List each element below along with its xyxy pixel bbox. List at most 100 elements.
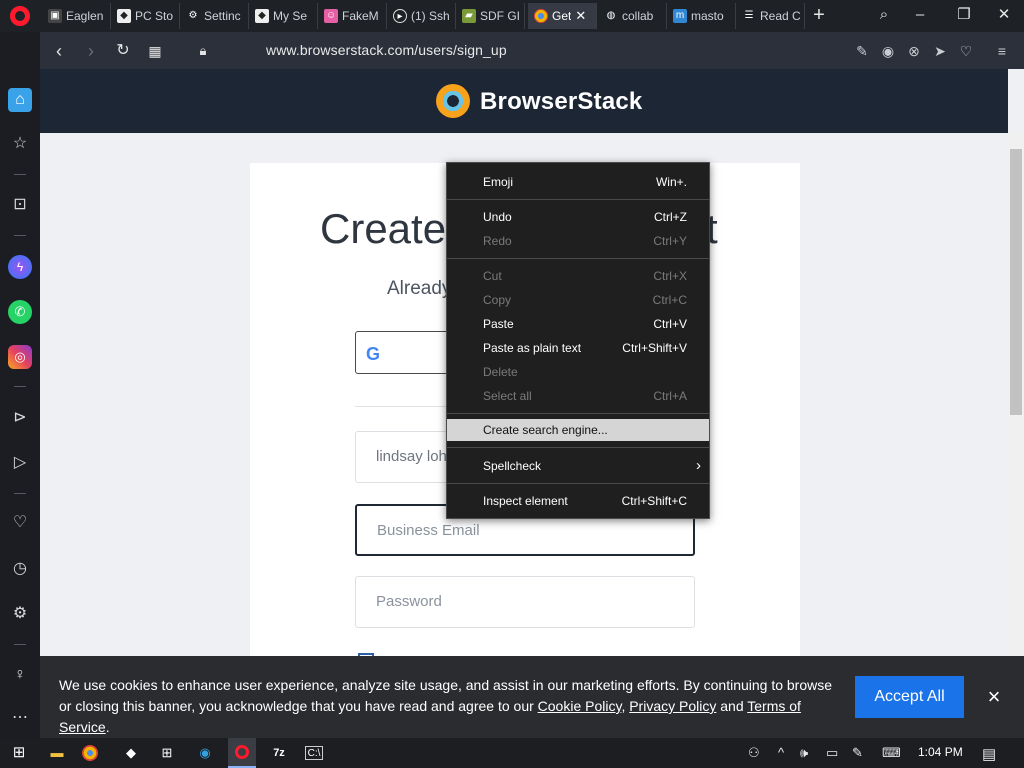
heart-icon[interactable]: ♡: [8, 511, 32, 535]
page-title: Create: [320, 205, 447, 252]
cookie-banner: We use cookies to enhance user experienc…: [40, 656, 1024, 738]
menu-item-paste-plain[interactable]: Paste as plain text Ctrl+Shift+V: [447, 336, 709, 360]
roblox-icon[interactable]: ◆: [120, 743, 142, 763]
volume-icon[interactable]: 🕪︎: [800, 745, 808, 761]
messenger-icon[interactable]: ϟ: [8, 255, 32, 279]
site-header: BrowserStack: [40, 69, 1008, 133]
search-tabs-icon[interactable]: ⌕: [870, 4, 898, 26]
context-menu: Emoji Win+. Undo Ctrl+Z Redo Ctrl+Y Cut Ctrl…: [446, 162, 710, 519]
whatsapp-icon[interactable]: ✆: [8, 300, 32, 324]
tab[interactable]: ▸ (1) Ssh: [387, 3, 456, 29]
roblox-icon: ◆: [117, 9, 131, 23]
bag-icon[interactable]: ⊡: [8, 193, 32, 217]
reload-icon[interactable]: ↻: [112, 40, 134, 62]
image-icon: ▣: [48, 9, 62, 23]
instagram-icon[interactable]: ◎: [8, 345, 32, 369]
cookie-policy-link[interactable]: Cookie Policy: [538, 698, 622, 714]
tab[interactable]: m masto: [667, 3, 736, 29]
menu-item-copy[interactable]: Copy Ctrl+C: [447, 288, 709, 312]
menu-item-spellcheck[interactable]: Spellcheck ›: [447, 454, 709, 478]
tab-bar: ▣ Eaglen ◆ PC Sto ⚙ Settinc ◆ My Se ☺ FakeM ▸…: [0, 0, 1024, 32]
menu-item-inspect[interactable]: Inspect element Ctrl+Shift+C: [447, 489, 709, 513]
tab[interactable]: ▰ SDF GI: [456, 3, 525, 29]
send-icon[interactable]: ▷: [8, 451, 32, 475]
opera-menu-icon[interactable]: [10, 6, 30, 26]
taskbar: ⊞ ▬ ◆ ⊞ ◉ 7z C:\ ⚇ ^ 🕪︎ ▭ ✎ ⌨ 1:04 PM ▤: [0, 738, 1024, 768]
new-tab-button[interactable]: +: [808, 4, 830, 26]
menu-item-emoji[interactable]: Emoji Win+.: [447, 170, 709, 194]
close-tab-icon[interactable]: ✕: [575, 8, 586, 24]
menu-item-delete[interactable]: Delete: [447, 360, 709, 384]
file-explorer-icon[interactable]: ▬: [46, 743, 68, 763]
restore-icon[interactable]: ❐: [950, 4, 978, 26]
menu-item-undo[interactable]: Undo Ctrl+Z: [447, 205, 709, 229]
speed-dial-icon[interactable]: ▦: [144, 40, 166, 62]
face-icon: ☺: [324, 9, 338, 23]
cmd-icon[interactable]: C:\: [305, 746, 323, 760]
people-icon[interactable]: ⚇: [748, 745, 760, 761]
opera-taskbar-button[interactable]: [228, 738, 256, 768]
browserstack-logo-icon[interactable]: [436, 84, 470, 118]
tab[interactable]: ◆ My Se: [249, 3, 318, 29]
settings-icon[interactable]: ⚙: [8, 602, 32, 626]
keyboard-icon[interactable]: ⌨: [882, 745, 901, 761]
globe-icon: ◍: [606, 10, 616, 21]
store-icon[interactable]: ⊞: [156, 743, 178, 763]
reader-icon: ☰: [744, 10, 754, 21]
home-icon[interactable]: ⌂: [8, 88, 32, 112]
chevron-up-icon[interactable]: ^: [778, 745, 784, 760]
menu-item-create-search-engine[interactable]: Create search engine...: [447, 419, 709, 441]
minimize-icon[interactable]: –: [906, 4, 934, 26]
chrome-icon[interactable]: [82, 745, 98, 761]
menu-separator: [447, 258, 709, 259]
edge-icon[interactable]: ◉: [194, 743, 216, 763]
sidebar: ⌂ ☆ ⊡ ϟ ✆ ◎ ⊳ ▷ ♡ ◷ ⚙ ♀ ⋯: [0, 32, 40, 738]
password-field[interactable]: Password: [355, 576, 695, 628]
brand-name[interactable]: BrowserStack: [480, 88, 642, 116]
clock[interactable]: 1:04 PM: [918, 745, 963, 759]
lightbulb-icon[interactable]: ♀: [8, 663, 32, 687]
pen-icon[interactable]: ✎: [852, 745, 863, 761]
tab[interactable]: ◍ collab: [598, 3, 667, 29]
camera-icon[interactable]: ◉: [878, 41, 898, 61]
windows-start-icon[interactable]: ⊞: [8, 743, 30, 763]
7zip-icon[interactable]: 7z: [268, 743, 290, 763]
menu-item-redo[interactable]: Redo Ctrl+Y: [447, 229, 709, 253]
easy-setup-icon[interactable]: ≡: [992, 41, 1012, 61]
sidebar-divider: [14, 174, 26, 175]
history-icon[interactable]: ◷: [8, 557, 32, 581]
privacy-policy-link[interactable]: Privacy Policy: [629, 698, 716, 714]
tab[interactable]: ☺ FakeM: [318, 3, 387, 29]
star-icon[interactable]: ☆: [8, 132, 32, 156]
menu-item-cut[interactable]: Cut Ctrl+X: [447, 264, 709, 288]
close-window-icon[interactable]: ✕: [990, 4, 1018, 26]
chrome-icon: [534, 9, 548, 23]
sidebar-divider: [14, 235, 26, 236]
edit-icon[interactable]: ✎: [852, 41, 872, 61]
menu-separator: [447, 199, 709, 200]
tab[interactable]: ☰ Read C: [736, 3, 805, 29]
network-icon[interactable]: ▭: [826, 745, 838, 761]
sidebar-divider: [14, 493, 26, 494]
scrollbar-thumb[interactable]: [1010, 149, 1022, 415]
tab-active[interactable]: Get ✕: [528, 3, 597, 29]
notifications-icon[interactable]: ▤: [982, 745, 996, 763]
forward-icon[interactable]: ›: [80, 40, 102, 62]
heart-icon[interactable]: ♡: [956, 41, 976, 61]
accept-all-button[interactable]: Accept All: [855, 676, 964, 718]
tab[interactable]: ⚙ Settinc: [180, 3, 249, 29]
back-icon[interactable]: ‹: [48, 40, 70, 62]
player-icon[interactable]: ⊳: [8, 406, 32, 430]
url-field[interactable]: www.browserstack.com/users/sign_up: [266, 42, 507, 58]
close-icon[interactable]: ×: [984, 685, 1004, 709]
mastodon-icon: m: [673, 9, 687, 23]
tab[interactable]: ▣ Eaglen: [42, 3, 111, 29]
menu-separator: [447, 483, 709, 484]
cookie-text: We use cookies to enhance user experienc…: [59, 677, 833, 735]
more-icon[interactable]: ⋯: [8, 706, 32, 730]
tab[interactable]: ◆ PC Sto: [111, 3, 180, 29]
menu-item-paste[interactable]: Paste Ctrl+V: [447, 312, 709, 336]
block-icon[interactable]: ⊗: [904, 41, 924, 61]
menu-item-select-all[interactable]: Select all Ctrl+A: [447, 384, 709, 408]
send-icon[interactable]: ➤: [930, 41, 950, 61]
